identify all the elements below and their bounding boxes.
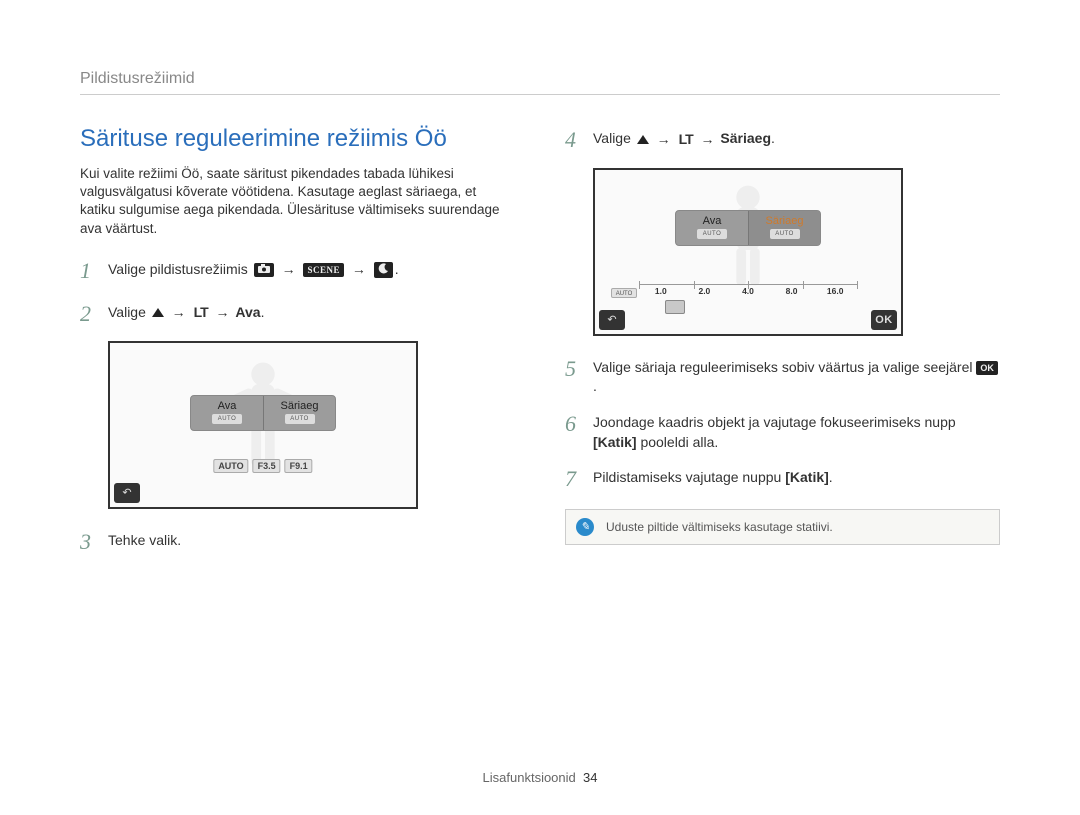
arrow-icon: →	[657, 130, 671, 150]
camera-screen-sariaeg: Ava AUTO Säriaeg AUTO AUTO 1.0	[593, 168, 903, 336]
scene-icon: SCENE	[303, 263, 344, 277]
step-1: 1 Valige pildistusrežiimis → SCENE → .	[80, 256, 515, 287]
auto-indicator: AUTO	[697, 229, 727, 239]
shutter-slider-handle[interactable]	[665, 300, 685, 314]
silhouette-bg	[595, 170, 901, 334]
step-text: Valige	[593, 130, 635, 146]
step-5: 5 Valige säriaja reguleerimiseks sobiv v…	[565, 354, 1000, 397]
lt-icon: LT	[194, 303, 208, 323]
step-2: 2 Valige → LT → Ava.	[80, 299, 515, 330]
aperture-chip-auto[interactable]: AUTO	[213, 459, 248, 473]
triangle-up-icon	[637, 135, 649, 144]
page-footer: Lisafunktsioonid 34	[0, 770, 1080, 785]
step-text: Valige	[108, 304, 150, 320]
page-title: Särituse reguleerimine režiimis Öö	[80, 125, 515, 153]
tab-sariaeg[interactable]: Säriaeg AUTO	[748, 211, 820, 245]
step-7: 7 Pildistamiseks vajutage nuppu [Katik].	[565, 464, 1000, 495]
arrow-icon: →	[172, 303, 186, 323]
katik-label: [Katik]	[593, 434, 637, 450]
tip-note: ✎ Uduste piltide vältimiseks kasutage st…	[565, 509, 1000, 545]
tab-sariaeg[interactable]: Säriaeg AUTO	[263, 396, 335, 430]
tab-label: Säriaeg	[281, 400, 319, 412]
tab-label: Säriaeg	[766, 215, 804, 227]
aperture-chip[interactable]: F3.5	[253, 459, 281, 473]
step-number: 3	[80, 527, 98, 558]
tab-label: Ava	[703, 215, 722, 227]
step-number: 1	[80, 256, 98, 287]
ok-icon: OK	[976, 361, 998, 375]
camera-icon	[254, 263, 274, 277]
mode-tabs: Ava AUTO Säriaeg AUTO	[675, 210, 821, 246]
step-target: Säriaeg	[720, 130, 771, 146]
page-number: 34	[583, 770, 597, 785]
step-number: 5	[565, 354, 583, 397]
night-moon-icon	[374, 262, 393, 278]
arrow-icon: →	[352, 260, 366, 280]
note-text: Uduste piltide vältimiseks kasutage stat…	[606, 520, 833, 534]
step-number: 4	[565, 125, 583, 156]
ok-button[interactable]: OK	[871, 310, 897, 330]
camera-screen-ava: Ava AUTO Säriaeg AUTO AUTO F3.5 F9.1 ↶	[108, 341, 418, 509]
auto-indicator: AUTO	[212, 414, 242, 424]
tab-label: Ava	[218, 400, 237, 412]
step-4: 4 Valige → LT → Säriaeg.	[565, 125, 1000, 156]
lt-icon: LT	[679, 130, 693, 150]
back-button[interactable]: ↶	[114, 483, 140, 503]
tab-ava[interactable]: Ava AUTO	[676, 211, 748, 245]
tab-ava[interactable]: Ava AUTO	[191, 396, 263, 430]
intro-paragraph: Kui valite režiimi Öö, saate säritust pi…	[80, 165, 515, 238]
step-text: Valige säriaja reguleerimiseks sobiv vää…	[593, 359, 976, 375]
info-icon: ✎	[576, 518, 594, 536]
aperture-values: AUTO F3.5 F9.1	[213, 459, 312, 473]
step-6: 6 Joondage kaadris objekt ja vajutage fo…	[565, 409, 1000, 452]
left-column: Särituse reguleerimine režiimis Öö Kui v…	[80, 125, 515, 570]
step-number: 6	[565, 409, 583, 452]
step-3: 3 Tehke valik.	[80, 527, 515, 558]
aperture-chip[interactable]: F9.1	[285, 459, 313, 473]
step-number: 7	[565, 464, 583, 495]
step-text: Valige pildistusrežiimis	[108, 261, 252, 277]
breadcrumb: Pildistusrežiimid	[80, 70, 1000, 95]
arrow-icon: →	[216, 303, 230, 323]
back-button[interactable]: ↶	[599, 310, 625, 330]
auto-indicator: AUTO	[770, 229, 800, 239]
step-text: Pildistamiseks vajutage nuppu	[593, 469, 785, 485]
step-end: .	[395, 261, 399, 277]
mode-tabs: Ava AUTO Säriaeg AUTO	[190, 395, 336, 431]
step-text: Joondage kaadris objekt ja vajutage foku…	[593, 414, 956, 430]
step-target: Ava	[235, 304, 260, 320]
katik-label: [Katik]	[785, 469, 829, 485]
step-number: 2	[80, 299, 98, 330]
step-text: Tehke valik.	[108, 527, 515, 558]
right-column: 4 Valige → LT → Säriaeg. Ava AUTO	[565, 125, 1000, 570]
auto-indicator: AUTO	[285, 414, 315, 424]
triangle-up-icon	[152, 308, 164, 317]
arrow-icon: →	[282, 260, 296, 280]
shutter-scale: 1.0 2.0 4.0 8.0 16.0	[595, 284, 901, 296]
footer-section: Lisafunktsioonid	[483, 770, 576, 785]
arrow-icon: →	[701, 130, 715, 150]
